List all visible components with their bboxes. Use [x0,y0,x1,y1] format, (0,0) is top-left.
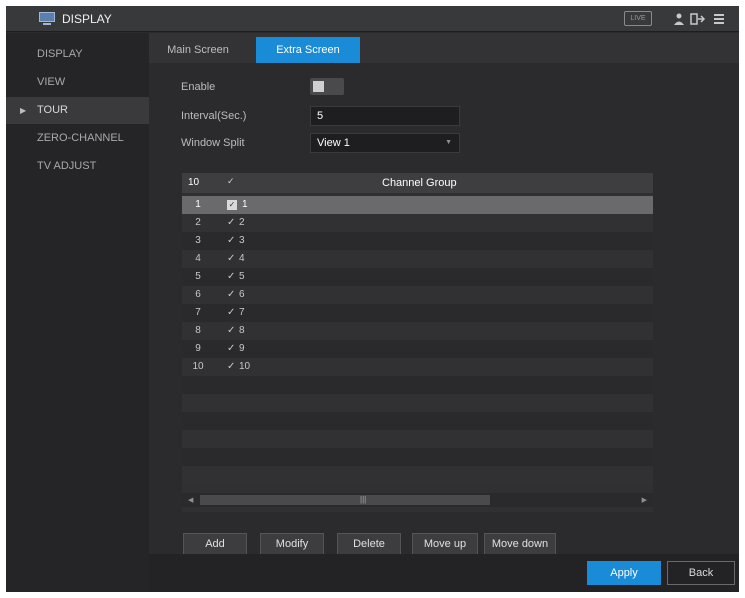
enable-toggle[interactable] [310,78,344,95]
header-channel-group: Channel Group [382,177,457,189]
live-button[interactable]: LIVE [624,11,652,26]
row-number: 1 [195,199,201,210]
interval-input[interactable]: 5 [310,106,460,126]
chevron-down-icon: ▼ [445,139,452,146]
window-split-value: View 1 [317,137,350,149]
window-title: DISPLAY [62,12,112,26]
row-number: 2 [195,217,201,228]
empty-row [182,466,653,484]
check-icon[interactable]: ✓ [227,322,235,340]
row-group: 9 [239,343,245,354]
row-group: 7 [239,307,245,318]
window-split-label: Window Split [181,137,245,149]
row-number: 7 [195,307,201,318]
user-icon[interactable] [674,13,684,25]
table-row[interactable]: 4 ✓ 4 [182,250,653,268]
row-number: 5 [195,271,201,282]
row-number: 10 [192,361,204,372]
scroll-right-icon[interactable]: ▶ [642,496,647,504]
row-number: 6 [195,289,201,300]
empty-row [182,394,653,412]
empty-row [182,448,653,466]
table-row[interactable]: 10 ✓ 10 [182,358,653,376]
table-row[interactable]: 3 ✓ 3 [182,232,653,250]
table-row[interactable]: 6 ✓ 6 [182,286,653,304]
tab-extra-screen[interactable]: Extra Screen [256,37,360,63]
check-icon[interactable]: ✓ [227,214,235,232]
table-row[interactable]: 5 ✓ 5 [182,268,653,286]
sidebar-item-label: VIEW [37,76,66,88]
sidebar-item-label: TOUR [37,104,68,116]
table-row[interactable]: 2 ✓ 2 [182,214,653,232]
empty-row [182,412,653,430]
scrollbar-thumb[interactable]: ||| [200,495,490,505]
table-header: 10 ✓ Channel Group [182,173,653,193]
sidebar-item-tour[interactable]: ▶ TOUR [6,97,149,124]
sidebar-item-label: ZERO-CHANNEL [37,132,124,144]
sidebar-item-tv-adjust[interactable]: TV ADJUST [6,153,149,180]
table-row[interactable]: 1 ✓ 1 [182,196,653,214]
check-icon[interactable]: ✓ [227,232,235,250]
sidebar-item-display[interactable]: DISPLAY [6,41,149,68]
window-split-select[interactable]: View 1 ▼ [310,133,460,153]
modify-button[interactable]: Modify [260,533,324,555]
row-group: 1 [242,199,248,210]
row-group: 5 [239,271,245,282]
delete-button[interactable]: Delete [337,533,401,555]
main-content: Main Screen Extra Screen Enable Interval… [149,33,739,592]
tab-bar: Main Screen Extra Screen [149,33,739,63]
scroll-left-icon[interactable]: ◀ [188,496,193,504]
channel-group-table: 10 ✓ Channel Group 1 ✓ 1 2 ✓ 2 3 ✓ 3 4 ✓… [182,173,653,512]
check-icon[interactable]: ✓ [227,340,235,358]
empty-row [182,430,653,448]
row-number: 4 [195,253,201,264]
display-window: DISPLAY LIVE DISPLAY VIEW ▶ TOUR ZERO-CH… [6,6,739,592]
row-number: 3 [195,235,201,246]
row-group: 6 [239,289,245,300]
move-down-button[interactable]: Move down [484,533,556,555]
row-group: 3 [239,235,245,246]
add-button[interactable]: Add [183,533,247,555]
row-number: 8 [195,325,201,336]
toggle-knob [313,81,324,92]
sidebar-item-label: TV ADJUST [37,160,97,172]
title-bar: DISPLAY LIVE [6,6,739,32]
move-up-button[interactable]: Move up [412,533,478,555]
sidebar-item-label: DISPLAY [37,48,83,60]
interval-label: Interval(Sec.) [181,110,247,122]
tab-main-screen[interactable]: Main Screen [156,37,240,63]
row-group: 10 [239,361,251,372]
logout-icon[interactable] [690,13,706,25]
sidebar: DISPLAY VIEW ▶ TOUR ZERO-CHANNEL TV ADJU… [6,33,149,592]
menu-icon[interactable] [714,13,724,25]
monitor-icon [39,12,55,25]
chevron-right-icon: ▶ [20,106,27,115]
horizontal-scrollbar[interactable]: ◀ ||| ▶ [182,493,653,507]
check-icon[interactable]: ✓ [227,304,235,322]
sidebar-item-view[interactable]: VIEW [6,69,149,96]
sidebar-item-zero-channel[interactable]: ZERO-CHANNEL [6,125,149,152]
row-number: 9 [195,343,201,354]
row-group: 2 [239,217,245,228]
enable-label: Enable [181,81,216,93]
check-icon[interactable]: ✓ [227,358,235,376]
back-button[interactable]: Back [667,561,735,585]
row-group: 4 [239,253,245,264]
table-row[interactable]: 8 ✓ 8 [182,322,653,340]
check-icon[interactable]: ✓ [227,268,235,286]
table-row[interactable]: 9 ✓ 9 [182,340,653,358]
header-select-all[interactable]: ✓ [227,176,235,187]
empty-row [182,376,653,394]
check-icon[interactable]: ✓ [227,250,235,268]
row-checkbox[interactable]: ✓ [227,200,237,210]
header-count: 10 [188,177,200,188]
check-icon[interactable]: ✓ [227,286,235,304]
grip-icon: ||| [360,495,367,504]
apply-button[interactable]: Apply [587,561,661,585]
table-row[interactable]: 7 ✓ 7 [182,304,653,322]
row-group: 8 [239,325,245,336]
